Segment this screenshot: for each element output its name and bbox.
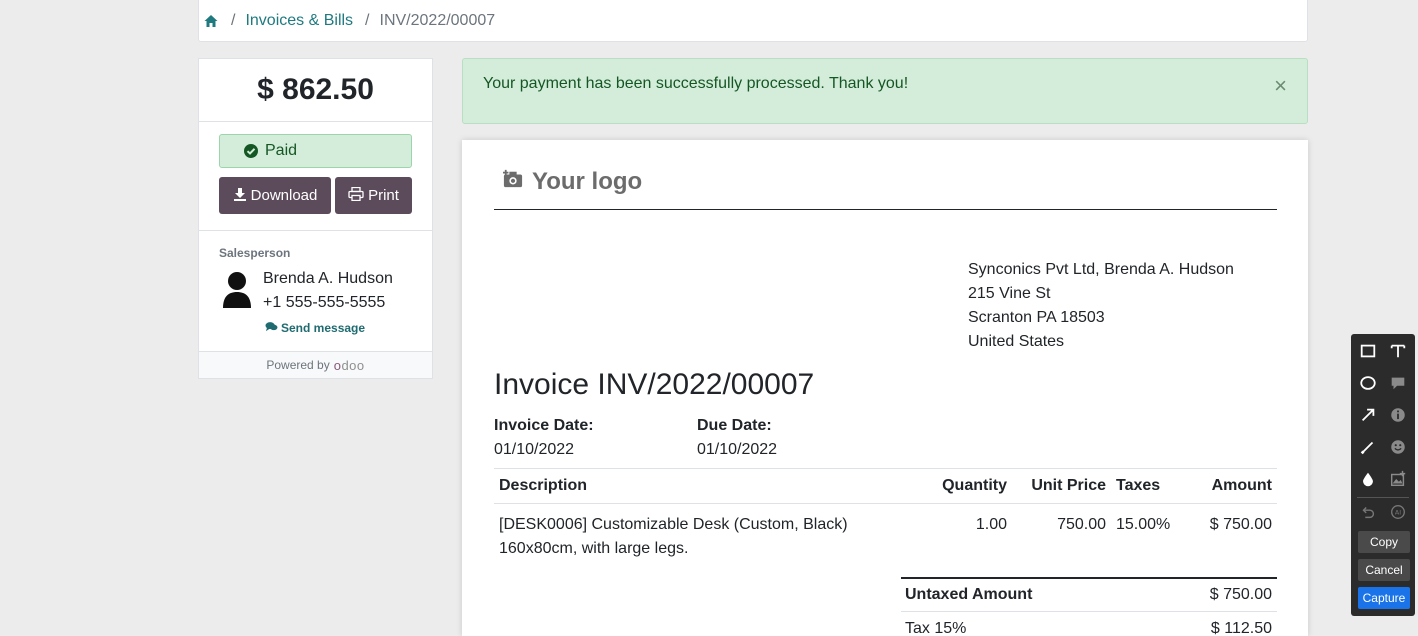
avatar [221,270,253,310]
invoice-summary-card: $ 862.50 Paid Download Print Salesperson… [198,58,433,379]
totals-table: Untaxed Amount $ 750.00 Tax 15% $ 112.50 [901,577,1277,636]
line-taxes: 15.00% [1116,516,1171,533]
comments-icon [265,321,278,335]
invoice-document: Your logo Synconics Pvt Ltd, Brenda A. H… [462,140,1308,636]
download-icon [233,187,247,205]
col-taxes: Taxes [1116,477,1161,494]
status-label: Paid [265,142,298,159]
info-icon[interactable] [1388,405,1408,425]
print-icon [348,186,364,205]
print-button[interactable]: Print [335,177,412,214]
address-line: 215 Vine St [968,285,1051,302]
invoice-lines-table: Description Quantity Unit Price Taxes Am… [494,468,1277,576]
untaxed-value: $ 750.00 [1209,586,1272,603]
breadcrumb-current: INV/2022/00007 [379,11,496,29]
header-divider [494,209,1277,210]
blur-drop-icon[interactable] [1358,469,1378,489]
add-image-icon[interactable] [1388,469,1408,489]
close-icon[interactable]: × [1274,73,1287,99]
table-header: Description Quantity Unit Price Taxes Am… [494,468,1277,504]
invoice-date-label: Invoice Date: [494,417,594,434]
text-icon[interactable] [1388,341,1408,361]
line-amount: $ 750.00 [1209,516,1272,533]
total-amount: $ 862.50 [199,59,432,122]
alert-message: Your payment has been successfully proce… [483,75,909,92]
download-label: Download [250,187,318,204]
col-unit-price: Unit Price [1031,477,1106,494]
col-description: Description [499,477,588,494]
address-line: Synconics Pvt Ltd, Brenda A. Hudson [968,261,1234,278]
payment-success-alert: Your payment has been successfully proce… [462,58,1308,124]
invoice-title: Invoice INV/2022/00007 [494,368,815,401]
breadcrumb-separator: / [231,11,236,29]
undo-icon[interactable] [1358,502,1378,522]
logo-text: Your logo [532,168,643,195]
address-line: Scranton PA 18503 [968,309,1105,326]
totals-row: Untaxed Amount $ 750.00 [901,577,1277,612]
odoo-logo-text: doo [341,357,365,373]
divider [199,230,432,231]
toolbar-divider [1357,497,1409,498]
due-date-value: 01/10/2022 [697,441,778,458]
salesperson-name: Brenda A. Hudson [263,270,393,287]
company-address: Synconics Pvt Ltd, Brenda A. Hudson 215 … [968,258,1234,354]
comment-icon[interactable] [1388,373,1408,393]
breadcrumb-separator: / [365,11,370,29]
line-description: [DESK0006] Customizable Desk (Custom, Bl… [499,513,848,561]
ellipse-icon[interactable] [1358,373,1378,393]
untaxed-label: Untaxed Amount [905,586,1033,603]
salesperson-phone: +1 555-555-5555 [263,294,386,311]
send-message-label: Send message [281,321,366,335]
col-amount: Amount [1211,477,1272,494]
send-message-link[interactable]: Send message [265,321,365,335]
breadcrumb-invoices-link[interactable]: Invoices & Bills [245,12,353,30]
capture-toolbar: AI Copy Cancel Capture [1351,334,1415,616]
salesperson-label: Salesperson [219,246,291,260]
line-quantity: 1.00 [975,516,1007,533]
invoice-date: Invoice Date: 01/10/2022 [494,414,594,462]
due-date: Due Date: 01/10/2022 [697,414,777,462]
print-label: Print [368,187,399,204]
camera-plus-icon [502,168,524,196]
status-badge: Paid [219,134,412,168]
col-quantity: Quantity [942,477,1007,494]
odoo-logo[interactable]: odoo [334,358,365,373]
copy-button[interactable]: Copy [1358,531,1410,553]
pen-icon[interactable] [1358,437,1378,457]
svg-text:AI: AI [1395,510,1401,517]
breadcrumb: / Invoices & Bills / INV/2022/00007 [198,0,1308,42]
check-circle-icon [244,144,258,158]
due-date-label: Due Date: [697,417,772,434]
download-button[interactable]: Download [219,177,331,214]
tax-value: $ 112.50 [1210,620,1272,636]
line-description-text: [DESK0006] Customizable Desk (Custom, Bl… [499,516,848,533]
arrow-icon[interactable] [1358,405,1378,425]
powered-by: Powered by odoo [199,351,432,378]
capture-button[interactable]: Capture [1358,587,1410,609]
totals-row: Tax 15% $ 112.50 [901,612,1277,636]
table-row: [DESK0006] Customizable Desk (Custom, Bl… [494,504,1277,576]
line-unit-price: 750.00 [1057,516,1106,533]
invoice-date-value: 01/10/2022 [494,441,575,458]
cancel-button[interactable]: Cancel [1358,559,1410,581]
rectangle-icon[interactable] [1358,341,1378,361]
line-description-text: 160x80cm, with large legs. [499,540,689,557]
powered-by-label: Powered by [266,358,330,372]
emoji-icon[interactable] [1388,437,1408,457]
tax-label: Tax 15% [905,620,967,636]
auto-redo-icon[interactable]: AI [1388,502,1408,522]
company-logo: Your logo [502,168,642,196]
home-icon[interactable] [203,13,219,29]
address-line: United States [968,333,1065,350]
